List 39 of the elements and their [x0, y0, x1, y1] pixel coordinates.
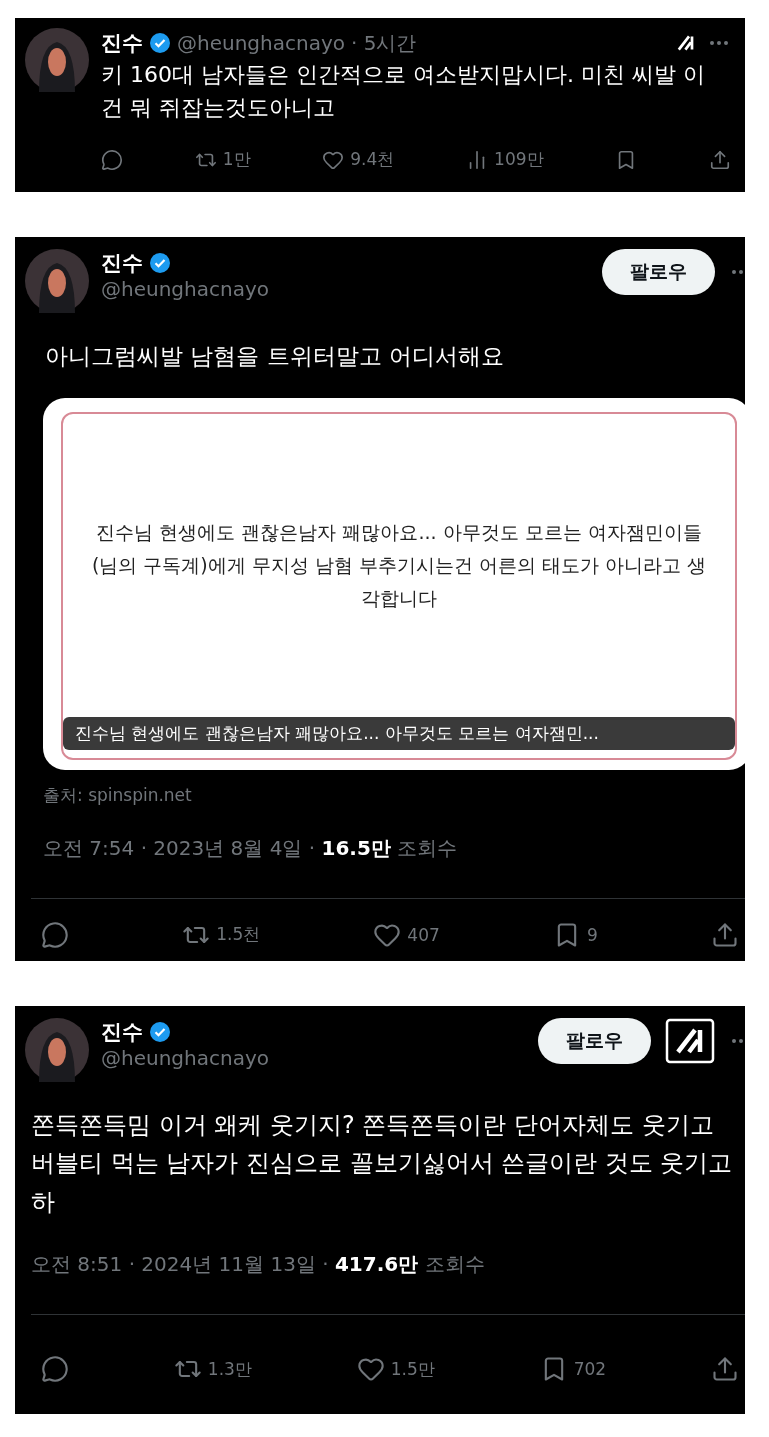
bookmark-count: 9 [586, 924, 598, 945]
reply-icon[interactable] [101, 148, 123, 171]
like-count: 407 [407, 924, 440, 945]
views-count: 109만 [494, 148, 544, 171]
share-icon[interactable] [711, 1355, 739, 1384]
tweet-text: 키 160대 남자들은 인간적으로 여소받지맙시다. 미친 씨발 이건 뭐 쥐잡는것도아니고 [101, 61, 706, 122]
retweet-count: 1.5천 [216, 923, 261, 946]
bookmark-count: 702 [573, 1359, 607, 1380]
verified-badge-icon [149, 32, 171, 54]
user-handle: @heunghacnayo [177, 31, 345, 55]
avatar-icon [25, 1018, 89, 1082]
tweet-text: 쫀득쫀득밈 이거 왜케 웃기지? 쫀득쫀득이란 단어자체도 웃기고 버블티 먹는 남자가 진심으로 꼴보기싫어서 쓴글이란 것도 웃기고 하 [31, 1110, 734, 1218]
timestamp: 오전 8:51 · 2024년 11월 13일 · 417.6만 조회수 [31, 1251, 486, 1279]
grok-icon[interactable] [665, 1018, 715, 1064]
verified-badge-icon [149, 1021, 171, 1043]
retweet-count: 1.3만 [207, 1357, 252, 1381]
user-name: 진수 [101, 30, 143, 57]
user-handle: @heunghacnayo [101, 1046, 270, 1070]
tweet-text: 아니그럼씨발 남혐을 트위터말고 어디서해요 [45, 342, 505, 371]
reply-icon[interactable] [41, 920, 69, 949]
user-name: 진수 [101, 1019, 143, 1046]
timestamp: 오전 7:54 · 2023년 8월 4일 · 16.5만 조회수 [43, 834, 459, 862]
verified-badge-icon [149, 252, 171, 274]
like-count: 1.5만 [390, 1357, 435, 1381]
post-time: · 5시간 [350, 29, 417, 57]
share-icon[interactable] [709, 148, 731, 171]
image-text: 진수님 현생에도 괜찮은남자 꽤많아요... 아무것도 모르는 여자잼민이들(님의 구독계)에게 무지성 남혐 부추기시는건 어른의 태도가 아니라고 생각합니다 [90, 519, 708, 612]
avatar-icon [25, 249, 89, 313]
follow-button[interactable]: 팔로우 [538, 1018, 651, 1064]
quoted-image[interactable]: 진수님 현생에도 괜찮은남자 꽤많아요... 아무것도 모르는 여자잼민이들(님의 구독계)에게 무지성 남혐 부추기시는건 어른의 태도가 아니라고 생각합니다 진수님 현생에도 괜찮은남자 꽤많아요... 아무것도 모르는 여자잼민... [43, 397, 745, 770]
image-caption: 진수님 현생에도 괜찮은남자 꽤많아요... 아무것도 모르는 여자잼민... [63, 716, 735, 750]
user-name: 진수 [101, 250, 143, 277]
avatar-icon [25, 28, 89, 92]
follow-button[interactable]: 팔로우 [602, 249, 715, 295]
source-text: 출처: spinspin.net [43, 783, 193, 807]
like-count: 9.4천 [350, 148, 395, 171]
user-handle: @heunghacnayo [101, 277, 270, 301]
retweet-count: 1만 [222, 148, 251, 171]
reply-icon[interactable] [41, 1355, 69, 1384]
